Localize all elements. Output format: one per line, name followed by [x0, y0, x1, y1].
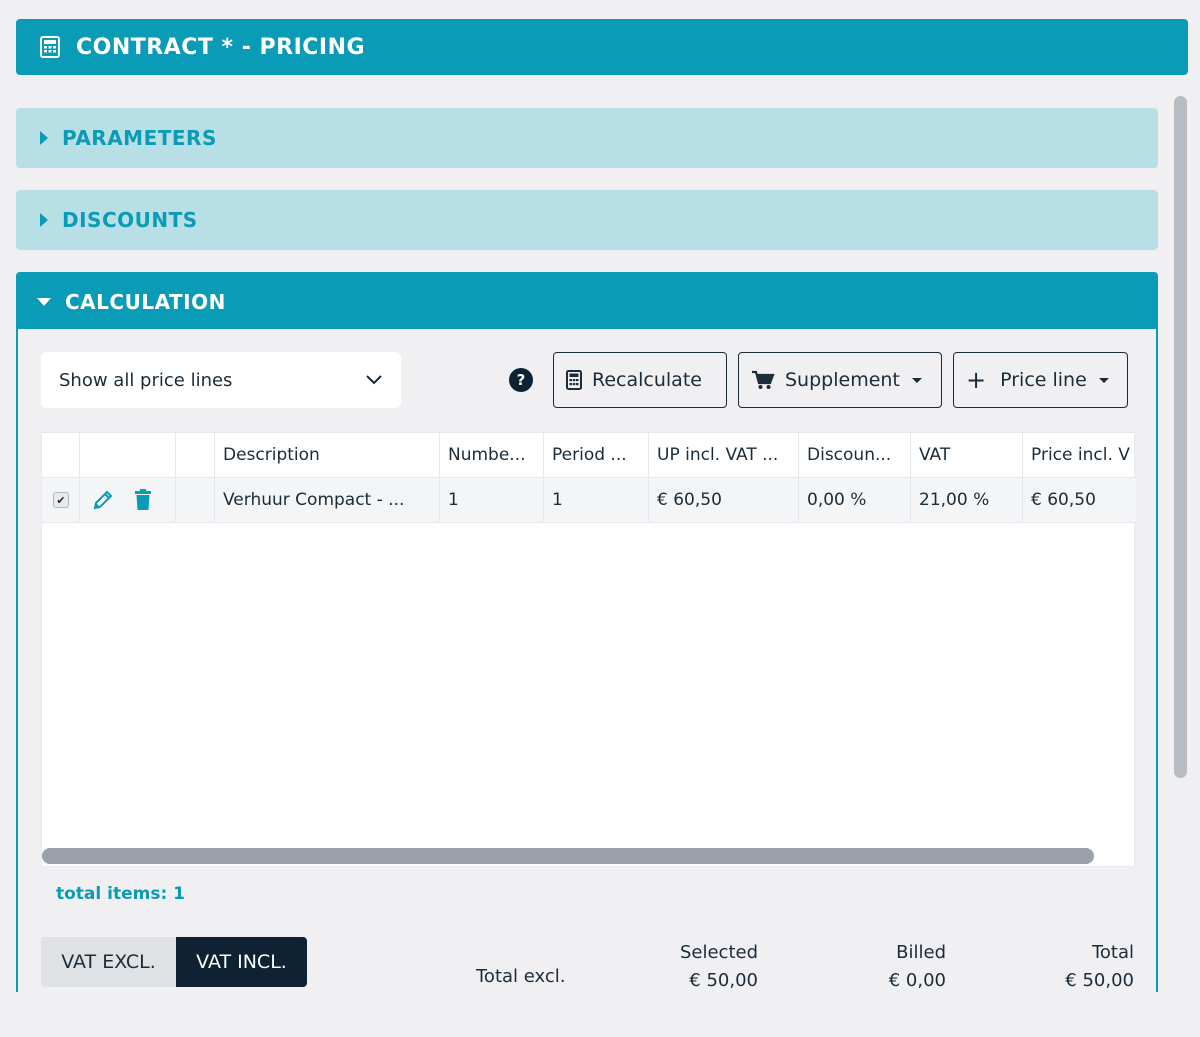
vat-mode-toggle: VAT EXCL. VAT INCL. — [41, 937, 307, 987]
caret-right-icon — [40, 213, 48, 227]
parameters-label: PARAMETERS — [62, 126, 217, 150]
grid-header-discount[interactable]: Discoun... — [799, 433, 911, 477]
selected-label: Selected — [679, 942, 758, 963]
calculation-panel: CALCULATION Show all price lines ? Recal… — [16, 272, 1158, 992]
row-period: 1 — [544, 478, 649, 522]
grid-header-period[interactable]: Period ... — [544, 433, 649, 477]
calculator-icon — [566, 370, 582, 390]
totals-row-label: Total excl. — [476, 966, 566, 987]
billed-value: € 0,00 — [888, 970, 946, 991]
totals-billed: Billed € 0,00 — [848, 939, 946, 992]
vat-excl-button[interactable]: VAT EXCL. — [41, 937, 176, 987]
grid-header-select[interactable] — [42, 433, 80, 477]
row-description: Verhuur Compact - ... — [215, 478, 440, 522]
dropdown-caret-icon — [1098, 377, 1109, 383]
supplement-label: Supplement — [785, 369, 900, 391]
totals-selected: Selected € 50,00 — [658, 939, 758, 992]
grid-header-actions — [80, 433, 176, 477]
calculation-panel-header[interactable]: CALCULATION — [18, 274, 1156, 329]
row-checkbox[interactable]: ✔ — [53, 492, 69, 508]
dropdown-caret-icon — [911, 377, 922, 383]
row-vat: 21,00 % — [911, 478, 1023, 522]
calculator-icon — [40, 36, 60, 58]
supplement-button[interactable]: Supplement — [738, 352, 942, 408]
vertical-scrollbar-thumb[interactable] — [1174, 96, 1187, 778]
recalculate-label: Recalculate — [592, 369, 702, 391]
price-line-label: Price line — [1000, 369, 1087, 391]
plus-icon: + — [966, 366, 986, 394]
price-lines-grid: Description Numbe... Period ... UP incl.… — [41, 432, 1136, 867]
totals-total: Total € 50,00 — [1028, 939, 1134, 992]
caret-right-icon — [40, 131, 48, 145]
caret-down-icon — [37, 297, 51, 306]
calculation-label: CALCULATION — [65, 289, 226, 314]
page-header: CONTRACT * - PRICING — [16, 19, 1188, 75]
grid-header-price-incl-vat[interactable]: Price incl. V — [1023, 433, 1136, 477]
selected-value: € 50,00 — [689, 970, 758, 991]
page-title: CONTRACT * - PRICING — [76, 34, 366, 60]
total-items-count: total items: 1 — [56, 884, 186, 904]
help-symbol: ? — [516, 371, 526, 389]
total-value: € 50,00 — [1065, 970, 1134, 991]
billed-label: Billed — [896, 942, 946, 963]
plus-symbol: + — [966, 366, 987, 394]
grid-header-up-incl-vat[interactable]: UP incl. VAT ... — [649, 433, 799, 477]
parameters-panel-header[interactable]: PARAMETERS — [16, 108, 1158, 168]
filter-selected-value: Show all price lines — [59, 369, 233, 391]
row-select-cell: ✔ — [42, 478, 80, 522]
row-price-incl-vat: € 60,50 — [1031, 490, 1096, 510]
row-discount: 0,00 % — [799, 478, 911, 522]
row-number: 1 — [440, 478, 544, 522]
discounts-panel-header[interactable]: DISCOUNTS — [16, 190, 1158, 250]
table-row[interactable]: ✔ Verhuur Compact - ... 1 1 € 60,50 0,00… — [42, 478, 1136, 523]
row-up-incl-vat: € 60,50 — [649, 478, 799, 522]
help-icon[interactable]: ? — [509, 368, 533, 392]
add-price-line-button[interactable]: + Price line — [953, 352, 1128, 408]
chevron-down-icon — [365, 374, 383, 386]
shopping-cart-icon — [751, 370, 775, 390]
horizontal-scrollbar-thumb[interactable] — [42, 848, 1094, 864]
grid-header-vat[interactable]: VAT — [911, 433, 1023, 477]
vat-incl-button[interactable]: VAT INCL. — [176, 937, 307, 987]
row-actions-cell — [80, 478, 176, 522]
recalculate-button[interactable]: Recalculate — [553, 352, 727, 408]
grid-header-row: Description Numbe... Period ... UP incl.… — [42, 433, 1136, 478]
grid-header-spacer — [176, 433, 215, 477]
price-lines-filter-select[interactable]: Show all price lines — [41, 352, 401, 408]
discounts-label: DISCOUNTS — [62, 208, 198, 232]
edit-pencil-icon[interactable] — [92, 489, 114, 511]
total-label: Total — [1091, 942, 1134, 963]
trash-icon[interactable] — [134, 489, 152, 511]
row-spacer-cell — [176, 478, 215, 522]
grid-header-description[interactable]: Description — [215, 433, 440, 477]
grid-header-number[interactable]: Numbe... — [440, 433, 544, 477]
